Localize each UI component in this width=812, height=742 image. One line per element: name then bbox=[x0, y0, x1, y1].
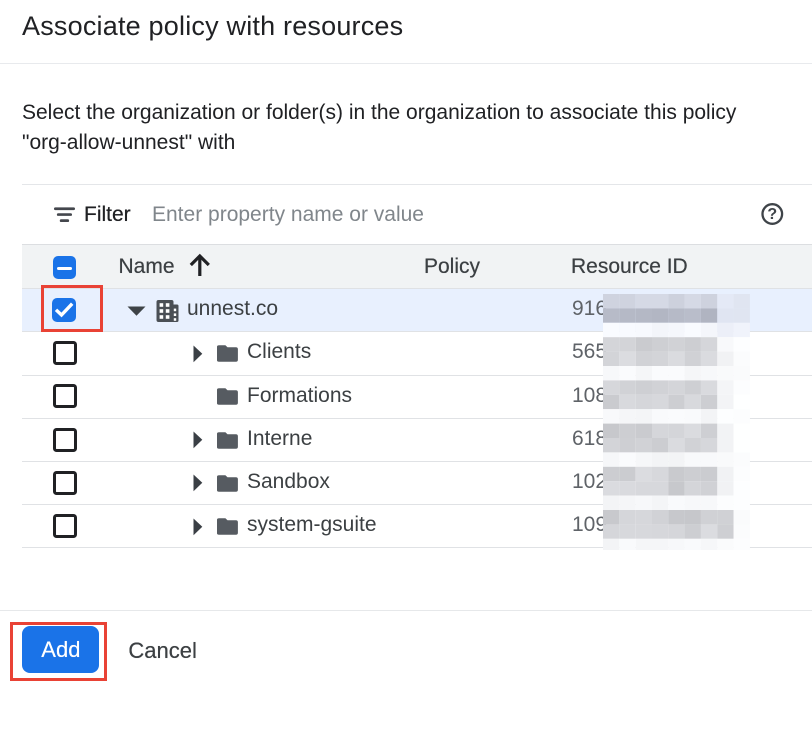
svg-text:?: ? bbox=[767, 206, 777, 223]
